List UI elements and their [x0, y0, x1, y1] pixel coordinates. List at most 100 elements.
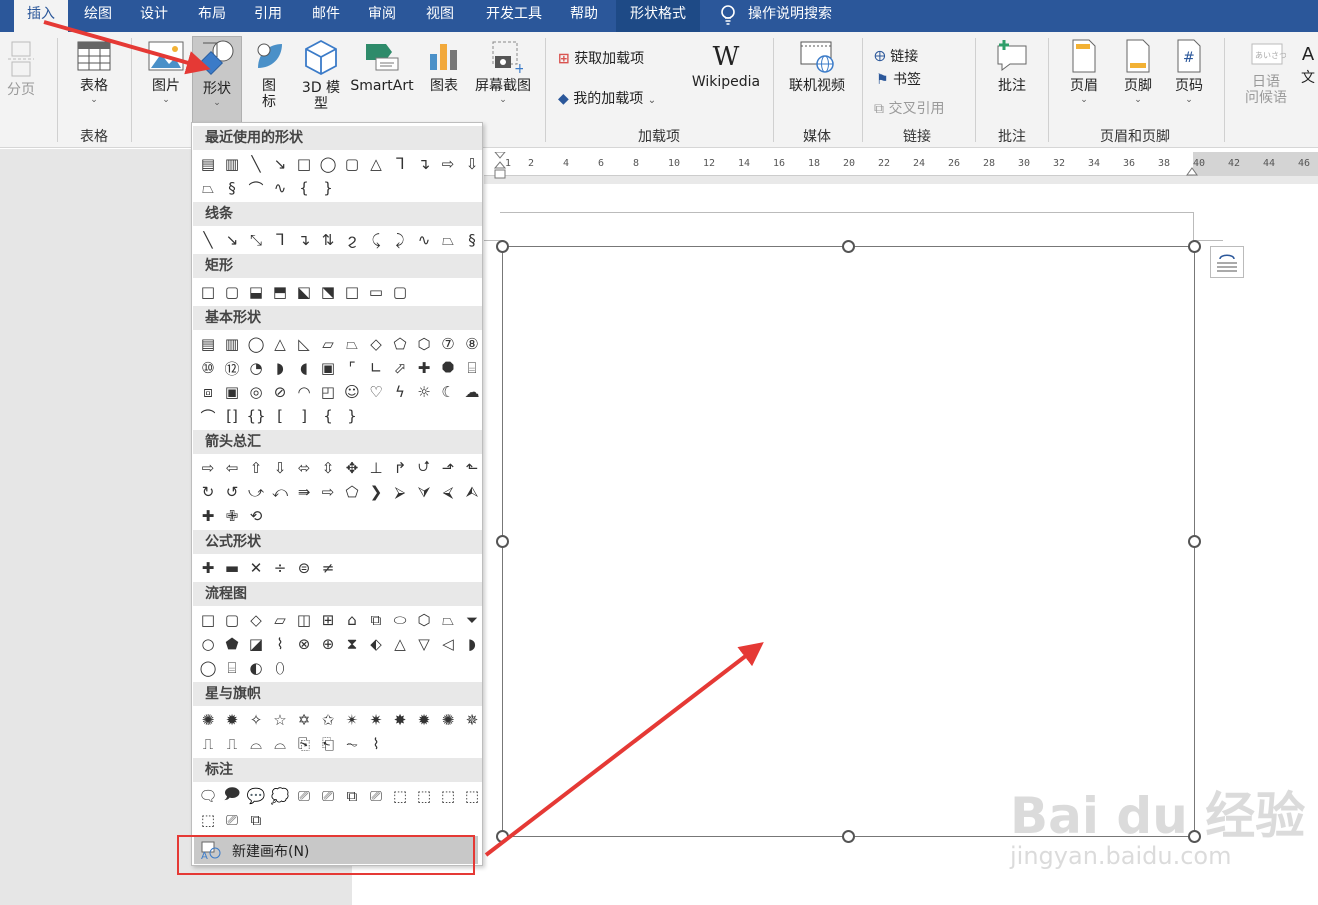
- tab-insert[interactable]: 插入: [14, 0, 68, 32]
- line-callout11-shape-icon[interactable]: ⧉: [244, 809, 268, 831]
- flowchart-magnetic-disk-icon[interactable]: ⌸: [220, 657, 244, 679]
- flowchart-connector-icon[interactable]: ○: [196, 633, 220, 655]
- flowchart-offpage-connector-icon[interactable]: ⬟: [220, 633, 244, 655]
- star10-shape-icon[interactable]: ✷: [364, 709, 388, 731]
- resize-handle[interactable]: [842, 830, 855, 843]
- screenshot-button[interactable]: + 屏幕截图 ⌄: [470, 38, 536, 106]
- get-addins-button[interactable]: ⊞ 获取加载项: [558, 48, 644, 68]
- flowchart-data-icon[interactable]: ▱: [268, 609, 292, 631]
- triangle-shape-icon[interactable]: △: [268, 333, 292, 355]
- hexagon-shape-icon[interactable]: ⬡: [412, 333, 436, 355]
- left-right-arrow-callout-shape-icon[interactable]: ✚: [196, 505, 220, 527]
- up-arrow-callout-shape-icon[interactable]: ⮙: [460, 481, 484, 503]
- bent-up-arrow-shape-icon[interactable]: ⬑: [460, 457, 484, 479]
- line-callout7-shape-icon[interactable]: ⬚: [436, 785, 460, 807]
- arrow-line-shape-icon[interactable]: ↘: [220, 229, 244, 251]
- curve-shape-icon[interactable]: ∿: [412, 229, 436, 251]
- flowchart-card-icon[interactable]: ◪: [244, 633, 268, 655]
- flowchart-manual-input-icon[interactable]: ⏢: [436, 609, 460, 631]
- oval-callout-shape-icon[interactable]: 💬: [244, 785, 268, 807]
- tab-design[interactable]: 设计: [128, 0, 180, 32]
- resize-handle[interactable]: [496, 240, 509, 253]
- flowchart-alt-process-icon[interactable]: ▢: [220, 609, 244, 631]
- line-callout1-shape-icon[interactable]: ⎚: [292, 785, 316, 807]
- diagonal-stripe-shape-icon[interactable]: ⬀: [388, 357, 412, 379]
- vertical-textbox-shape-icon[interactable]: ▥: [220, 153, 244, 175]
- curved-arrow-connector-icon[interactable]: ⤹: [364, 229, 388, 251]
- 3d-model-button[interactable]: 3D 模 型: [298, 38, 344, 112]
- flowchart-manual-operation-icon[interactable]: ⏷: [460, 609, 484, 631]
- freeform-shape-icon[interactable]: ⏢: [196, 177, 220, 199]
- scribble-shape-icon[interactable]: §: [220, 177, 244, 199]
- flowchart-punched-tape-icon[interactable]: ⌇: [268, 633, 292, 655]
- lightning-bolt-shape-icon[interactable]: ϟ: [388, 381, 412, 403]
- teardrop-shape-icon[interactable]: ◖: [292, 357, 316, 379]
- textbox-shape-icon[interactable]: ▤: [196, 153, 220, 175]
- dodecagon-shape-icon[interactable]: ⑫: [220, 357, 244, 379]
- flowchart-sequential-access-icon[interactable]: ◯: [196, 657, 220, 679]
- down-arrow-shape-icon[interactable]: ⇩: [460, 153, 484, 175]
- rounded-rect-shape-icon[interactable]: ▢: [388, 281, 412, 303]
- bookmark-button[interactable]: ⚑ 书签: [876, 69, 921, 89]
- vertical-scroll-shape-icon[interactable]: ⎘: [292, 733, 316, 755]
- picture-button[interactable]: 图片 ⌄: [144, 38, 188, 106]
- line-shape-icon[interactable]: ╲: [196, 229, 220, 251]
- left-arrow-shape-icon[interactable]: ⇦: [220, 457, 244, 479]
- line-callout5-shape-icon[interactable]: ⬚: [388, 785, 412, 807]
- donut-shape-icon[interactable]: ◎: [244, 381, 268, 403]
- layout-options-button[interactable]: [1210, 246, 1244, 278]
- pie-shape-icon[interactable]: ◔: [244, 357, 268, 379]
- flowchart-delay-icon[interactable]: ◗: [460, 633, 484, 655]
- down-arrow-callout-shape-icon[interactable]: ⮛: [412, 481, 436, 503]
- curved-left-arrow-shape-icon[interactable]: ↺: [220, 481, 244, 503]
- line-callout2-shape-icon[interactable]: ⎚: [316, 785, 340, 807]
- smiley-face-shape-icon[interactable]: ☺: [340, 381, 364, 403]
- tab-help[interactable]: 帮助: [562, 0, 606, 32]
- chart-button[interactable]: 图表: [424, 38, 464, 94]
- resize-handle[interactable]: [496, 830, 509, 843]
- left-right-arrow-shape-icon[interactable]: ⬄: [292, 457, 316, 479]
- curved-right-arrow-shape-icon[interactable]: ↻: [196, 481, 220, 503]
- chord-shape-icon[interactable]: ◗: [268, 357, 292, 379]
- elbow-arrow-connector-icon[interactable]: ↴: [292, 229, 316, 251]
- striped-right-arrow-shape-icon[interactable]: ⇛: [292, 481, 316, 503]
- line-shape-icon[interactable]: ╲: [244, 153, 268, 175]
- my-addins-button[interactable]: ◆ 我的加载项 ⌄: [558, 88, 656, 108]
- text-box-button[interactable]: A 文: [1298, 40, 1318, 86]
- cloud-callout-shape-icon[interactable]: 💭: [268, 785, 292, 807]
- elbow-connector-icon[interactable]: ᒣ: [268, 229, 292, 251]
- curved-double-arrow-connector-icon[interactable]: ⤸: [388, 229, 412, 251]
- circular-arrow-shape-icon[interactable]: ⟲: [244, 505, 268, 527]
- textbox-shape-icon[interactable]: ▤: [196, 333, 220, 355]
- plaque-shape-icon[interactable]: ⯃: [436, 357, 460, 379]
- oval-shape-icon[interactable]: ◯: [316, 153, 340, 175]
- moon-shape-icon[interactable]: ☾: [436, 381, 460, 403]
- page-number-button[interactable]: # 页码 ⌄: [1166, 38, 1212, 106]
- vertical-textbox-shape-icon[interactable]: ▥: [220, 333, 244, 355]
- star4-shape-icon[interactable]: ✧: [244, 709, 268, 731]
- can-shape-icon[interactable]: ⌸: [460, 357, 484, 379]
- flowchart-or-icon[interactable]: ⊕: [316, 633, 340, 655]
- block-arc-shape-icon[interactable]: ◠: [292, 381, 316, 403]
- rectangle-shape-icon[interactable]: □: [340, 281, 364, 303]
- right-bracket-shape-icon[interactable]: ]: [292, 405, 316, 427]
- quad-arrow-callout-shape-icon[interactable]: ✙: [220, 505, 244, 527]
- half-frame-shape-icon[interactable]: ⌜: [340, 357, 364, 379]
- curved-connector-icon[interactable]: ϩ: [340, 229, 364, 251]
- quad-arrow-shape-icon[interactable]: ✥: [340, 457, 364, 479]
- right-brace-shape-icon[interactable]: }: [316, 177, 340, 199]
- left-bracket-shape-icon[interactable]: [: [268, 405, 292, 427]
- snip-corner-rect-shape-icon[interactable]: ⬓: [244, 281, 268, 303]
- right-triangle-shape-icon[interactable]: ◺: [292, 333, 316, 355]
- link-button[interactable]: 🜨 链接: [874, 40, 918, 69]
- shapes-button[interactable]: 形状 ⌄: [192, 36, 242, 126]
- pentagon-arrow-shape-icon[interactable]: ⬠: [340, 481, 364, 503]
- table-button[interactable]: 表格 ⌄: [72, 38, 116, 106]
- round-corner-rect-shape-icon[interactable]: ⬔: [316, 281, 340, 303]
- elbow-double-arrow-connector-icon[interactable]: ⇅: [316, 229, 340, 251]
- snip-same-side-rect-shape-icon[interactable]: ⬒: [268, 281, 292, 303]
- left-right-up-arrow-shape-icon[interactable]: ⊥: [364, 457, 388, 479]
- tab-layout[interactable]: 布局: [186, 0, 238, 32]
- plus-shape-icon[interactable]: ✚: [196, 557, 220, 579]
- resize-handle[interactable]: [1188, 535, 1201, 548]
